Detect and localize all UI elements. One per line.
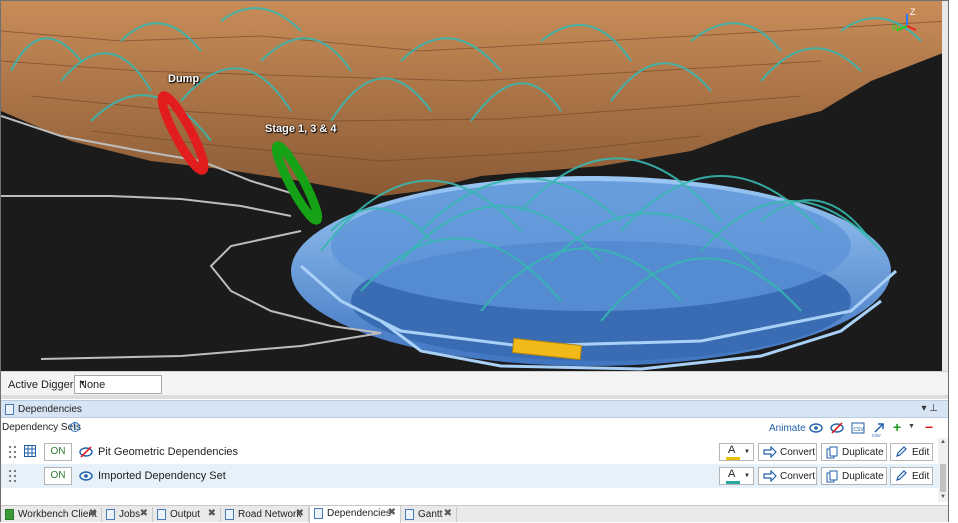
toggle-on-button[interactable]: ON bbox=[44, 443, 72, 461]
dependencies-panel-header: Dependencies ▾ ⊥ bbox=[1, 400, 948, 418]
tab-workbench-client[interactable]: Workbench Client ✖ bbox=[1, 507, 102, 522]
axis-n-label: N bbox=[892, 23, 899, 33]
close-icon[interactable]: ✖ bbox=[296, 508, 304, 519]
workbench-icon bbox=[5, 509, 14, 520]
close-icon[interactable]: ✖ bbox=[140, 508, 148, 519]
viewport-scrollbar[interactable] bbox=[942, 1, 948, 371]
import-csv-icon[interactable]: CSV bbox=[851, 421, 865, 435]
pencil-icon bbox=[896, 446, 907, 457]
pencil-icon bbox=[896, 470, 907, 481]
close-icon[interactable]: ✖ bbox=[388, 507, 396, 518]
bottom-tab-bar: Workbench Client ✖ Jobs ✖ Output ✖ Road … bbox=[1, 505, 948, 523]
close-icon[interactable]: ✖ bbox=[208, 508, 216, 519]
dependency-set-name: Imported Dependency Set bbox=[98, 470, 226, 482]
animate-button[interactable]: Animate bbox=[769, 423, 806, 434]
active-digger-select[interactable]: None ▼ bbox=[74, 375, 162, 394]
remove-icon[interactable]: − bbox=[925, 419, 933, 435]
tab-label: Road Network bbox=[238, 509, 302, 520]
edit-label: Edit bbox=[912, 447, 930, 458]
tab-label: Dependencies bbox=[327, 508, 391, 519]
dump-label: Dump bbox=[168, 73, 200, 85]
panel-icon bbox=[157, 509, 166, 520]
scene-canvas[interactable] bbox=[1, 1, 948, 371]
dependency-set-name: Pit Geometric Dependencies bbox=[98, 446, 239, 458]
chevron-down-icon: ▼ bbox=[744, 449, 750, 455]
convert-label: Convert bbox=[780, 447, 816, 458]
panel-title: Dependencies bbox=[18, 404, 82, 415]
active-digger-bar: Active Digger None ▼ bbox=[1, 371, 948, 397]
chevron-down-icon: ▼ bbox=[744, 473, 750, 479]
3d-viewport[interactable]: Dump Stage 1, 3 & 4 Z N bbox=[1, 1, 948, 371]
grid-icon[interactable] bbox=[24, 445, 36, 457]
drag-handle-icon[interactable] bbox=[9, 470, 17, 482]
tab-gantt[interactable]: Gantt ✖ bbox=[401, 507, 457, 522]
panel-icon bbox=[225, 509, 234, 520]
panel-icon bbox=[405, 509, 414, 520]
hidden-eye-icon[interactable] bbox=[79, 445, 93, 459]
color-picker-button[interactable]: A ▼ bbox=[719, 443, 754, 461]
hide-icon[interactable] bbox=[830, 421, 844, 435]
dependency-set-row[interactable]: ON Imported Dependency Set A ▼ Convert D… bbox=[1, 464, 938, 488]
drag-handle-icon[interactable] bbox=[9, 446, 17, 458]
close-icon[interactable]: ✖ bbox=[89, 508, 97, 519]
app-window: Dump Stage 1, 3 & 4 Z N Active Digger No… bbox=[0, 0, 949, 523]
panel-icon bbox=[106, 509, 115, 520]
color-letter: A bbox=[728, 468, 736, 480]
horizontal-scrollbar[interactable] bbox=[1, 395, 948, 399]
panel-icon bbox=[314, 508, 323, 519]
axis-gizmo[interactable]: Z N bbox=[892, 7, 920, 35]
duplicate-button[interactable]: Duplicate bbox=[821, 443, 887, 461]
scroll-down-icon[interactable]: ▼ bbox=[940, 494, 946, 500]
convert-button[interactable]: Convert bbox=[758, 467, 817, 485]
duplicate-label: Duplicate bbox=[842, 447, 884, 458]
list-scrollbar[interactable]: ▲ ▼ bbox=[938, 438, 948, 502]
tab-label: Output bbox=[170, 509, 201, 520]
panel-options-icon[interactable]: ▾ ⊥ bbox=[921, 403, 938, 414]
duplicate-label: Duplicate bbox=[842, 471, 884, 482]
stage-label: Stage 1, 3 & 4 bbox=[265, 123, 337, 135]
convert-button[interactable]: Convert bbox=[758, 443, 817, 461]
tab-label: Gantt bbox=[418, 509, 443, 520]
dropdown-icon[interactable]: ▼ bbox=[908, 423, 915, 430]
dependency-set-row[interactable]: ON Pit Geometric Dependencies A ▼ Conver… bbox=[1, 440, 938, 464]
dependency-sets-toolbar: Dependency Sets i Animate CSV CSV + ▼ − bbox=[1, 419, 948, 439]
active-digger-label: Active Digger bbox=[8, 379, 74, 391]
color-picker-button[interactable]: A ▼ bbox=[719, 467, 754, 485]
pit-shell bbox=[291, 176, 897, 371]
duplicate-icon bbox=[826, 470, 838, 483]
duplicate-icon bbox=[826, 446, 838, 459]
info-icon[interactable]: i bbox=[70, 422, 80, 432]
edit-button[interactable]: Edit bbox=[890, 443, 933, 461]
tab-jobs[interactable]: Jobs ✖ bbox=[102, 507, 153, 522]
svg-text:CSV: CSV bbox=[872, 433, 881, 438]
chevron-down-icon: ▼ bbox=[79, 380, 86, 387]
color-swatch bbox=[726, 457, 740, 460]
convert-icon bbox=[763, 470, 777, 482]
edit-label: Edit bbox=[912, 471, 930, 482]
tab-label: Jobs bbox=[119, 509, 141, 520]
svg-text:CSV: CSV bbox=[854, 427, 865, 433]
add-icon[interactable]: + bbox=[893, 419, 901, 435]
axis-z-label: Z bbox=[910, 7, 916, 17]
terrain-surface bbox=[1, 1, 948, 196]
eye-icon[interactable] bbox=[79, 469, 93, 483]
export-csv-icon[interactable]: CSV bbox=[872, 425, 884, 439]
scroll-up-icon[interactable]: ▲ bbox=[940, 439, 946, 445]
color-swatch bbox=[726, 481, 740, 484]
toggle-on-button[interactable]: ON bbox=[44, 467, 72, 485]
duplicate-button[interactable]: Duplicate bbox=[821, 467, 887, 485]
tab-dependencies[interactable]: Dependencies ✖ bbox=[309, 506, 401, 523]
tab-road-network[interactable]: Road Network ✖ bbox=[221, 507, 309, 522]
tab-label: Workbench Client bbox=[18, 509, 97, 520]
convert-icon bbox=[763, 446, 777, 458]
tab-output[interactable]: Output ✖ bbox=[153, 507, 221, 522]
eye-icon[interactable] bbox=[809, 421, 823, 435]
scrollbar-thumb[interactable] bbox=[940, 464, 946, 492]
convert-label: Convert bbox=[780, 471, 816, 482]
close-icon[interactable]: ✖ bbox=[444, 508, 452, 519]
color-letter: A bbox=[728, 444, 736, 456]
panel-icon bbox=[5, 404, 14, 415]
edit-button[interactable]: Edit bbox=[890, 467, 933, 485]
